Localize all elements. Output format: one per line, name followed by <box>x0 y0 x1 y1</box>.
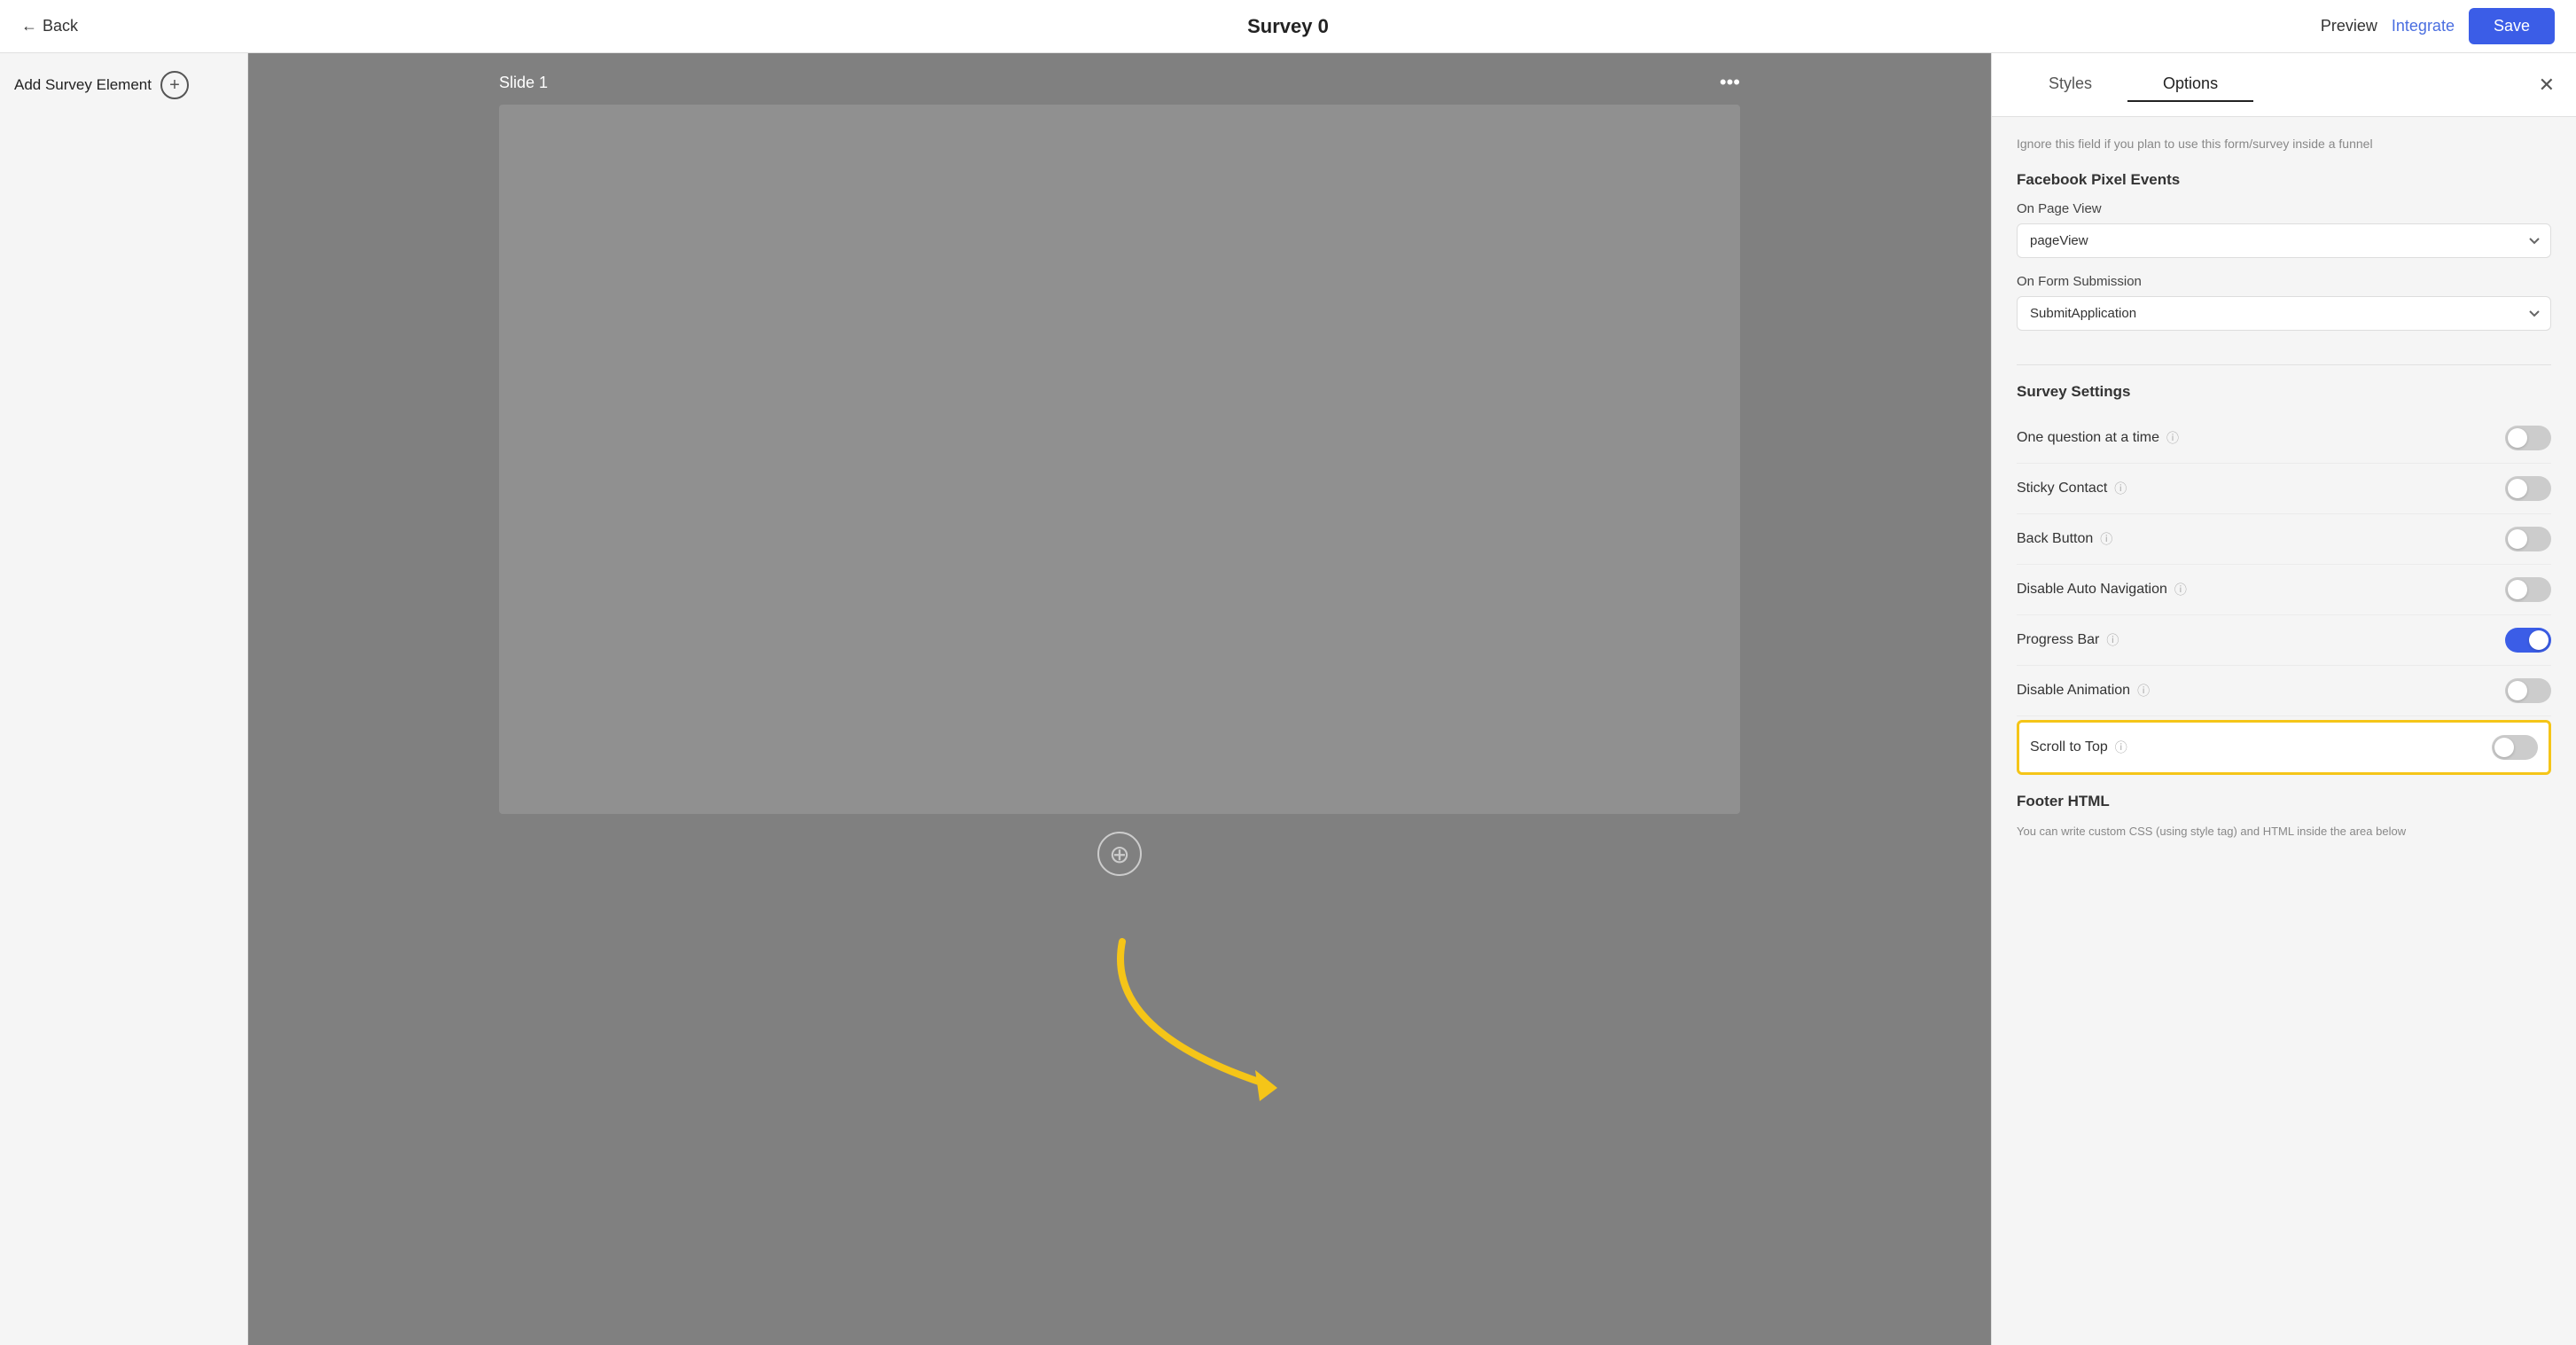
add-survey-element-section[interactable]: Add Survey Element + <box>14 71 233 99</box>
toggle-one-question: One question at a time ⓘ <box>2017 413 2551 464</box>
toggle-disable-animation: Disable Animation ⓘ <box>2017 666 2551 716</box>
annotation-arrow <box>1087 924 1353 1123</box>
header-right: Preview Integrate Save <box>2321 8 2555 44</box>
toggle-one-question-label-group: One question at a time ⓘ <box>2017 429 2179 447</box>
add-slide-button[interactable]: ⊕ <box>1097 832 1142 876</box>
facebook-pixel-section-label: Facebook Pixel Events <box>2017 171 2551 189</box>
close-panel-button[interactable]: ✕ <box>2539 74 2555 97</box>
toggle-scroll-to-top: Scroll to Top ⓘ <box>2017 720 2551 775</box>
add-slide-icon: ⊕ <box>1109 840 1129 869</box>
slide-menu-button[interactable]: ••• <box>1720 71 1740 94</box>
integrate-button[interactable]: Integrate <box>2392 17 2455 35</box>
header-left: ← Back <box>21 17 78 35</box>
panel-tabs: Styles Options <box>2013 67 2253 102</box>
footer-html-section: Footer HTML You can write custom CSS (us… <box>2017 793 2551 841</box>
tab-options[interactable]: Options <box>2127 67 2253 102</box>
panel-header: Styles Options ✕ <box>1992 53 2576 117</box>
back-button-toggle[interactable] <box>2505 527 2551 551</box>
toggle-sticky-contact-label-group: Sticky Contact ⓘ <box>2017 480 2127 497</box>
toggle-back-button: Back Button ⓘ <box>2017 514 2551 565</box>
on-page-view-select[interactable]: pageView <box>2017 223 2551 258</box>
back-arrow-icon: ← <box>21 17 37 35</box>
toggle-back-button-label-group: Back Button ⓘ <box>2017 530 2112 548</box>
scroll-to-top-toggle[interactable] <box>2492 735 2538 760</box>
one-question-info-icon[interactable]: ⓘ <box>2166 429 2179 447</box>
add-element-icon[interactable]: + <box>160 71 189 99</box>
panel-body: Ignore this field if you plan to use thi… <box>1992 117 2576 1345</box>
preview-button[interactable]: Preview <box>2321 17 2377 35</box>
on-form-submission-select[interactable]: SubmitApplication <box>2017 296 2551 331</box>
funnel-note: Ignore this field if you plan to use thi… <box>2017 135 2551 153</box>
header: ← Back Survey 0 Preview Integrate Save <box>0 0 2576 53</box>
disable-auto-nav-toggle[interactable] <box>2505 577 2551 602</box>
canvas-area: Slide 1 ••• ⊕ <box>248 53 1991 1345</box>
back-button-info-icon[interactable]: ⓘ <box>2100 530 2112 548</box>
tab-styles[interactable]: Styles <box>2013 67 2127 102</box>
footer-html-note: You can write custom CSS (using style ta… <box>2017 823 2551 841</box>
slide-title: Slide 1 <box>499 74 548 92</box>
toggle-progress-bar: Progress Bar ⓘ <box>2017 615 2551 666</box>
footer-html-label: Footer HTML <box>2017 793 2551 810</box>
progress-bar-toggle[interactable] <box>2505 628 2551 653</box>
scroll-to-top-info-icon[interactable]: ⓘ <box>2115 739 2127 756</box>
progress-bar-info-icon[interactable]: ⓘ <box>2106 631 2119 649</box>
page-title: Survey 0 <box>1247 15 1329 38</box>
toggle-sticky-contact: Sticky Contact ⓘ <box>2017 464 2551 514</box>
toggle-disable-animation-label-group: Disable Animation ⓘ <box>2017 682 2150 700</box>
toggle-disable-auto-nav-label-group: Disable Auto Navigation ⓘ <box>2017 581 2187 598</box>
disable-animation-toggle[interactable] <box>2505 678 2551 703</box>
toggle-scroll-to-top-label-group: Scroll to Top ⓘ <box>2030 739 2127 756</box>
right-panel: Styles Options ✕ Ignore this field if yo… <box>1991 53 2576 1345</box>
on-form-submission-label: On Form Submission <box>2017 274 2551 289</box>
back-label: Back <box>43 17 78 35</box>
main-layout: Add Survey Element + Slide 1 ••• ⊕ Style… <box>0 53 2576 1345</box>
survey-settings-label: Survey Settings <box>2017 383 2551 401</box>
save-button[interactable]: Save <box>2469 8 2555 44</box>
sticky-contact-toggle[interactable] <box>2505 476 2551 501</box>
sticky-contact-info-icon[interactable]: ⓘ <box>2114 480 2127 497</box>
left-sidebar: Add Survey Element + <box>0 53 248 1345</box>
back-button[interactable]: ← Back <box>21 17 78 35</box>
toggle-progress-bar-label-group: Progress Bar ⓘ <box>2017 631 2119 649</box>
disable-animation-info-icon[interactable]: ⓘ <box>2137 682 2150 700</box>
slide-canvas <box>499 105 1740 814</box>
toggle-disable-auto-nav: Disable Auto Navigation ⓘ <box>2017 565 2551 615</box>
divider <box>2017 364 2551 365</box>
add-survey-element-label: Add Survey Element <box>14 75 152 95</box>
disable-auto-nav-info-icon[interactable]: ⓘ <box>2174 581 2187 598</box>
on-page-view-label: On Page View <box>2017 201 2551 216</box>
one-question-toggle[interactable] <box>2505 426 2551 450</box>
slide-header: Slide 1 ••• <box>499 71 1740 94</box>
